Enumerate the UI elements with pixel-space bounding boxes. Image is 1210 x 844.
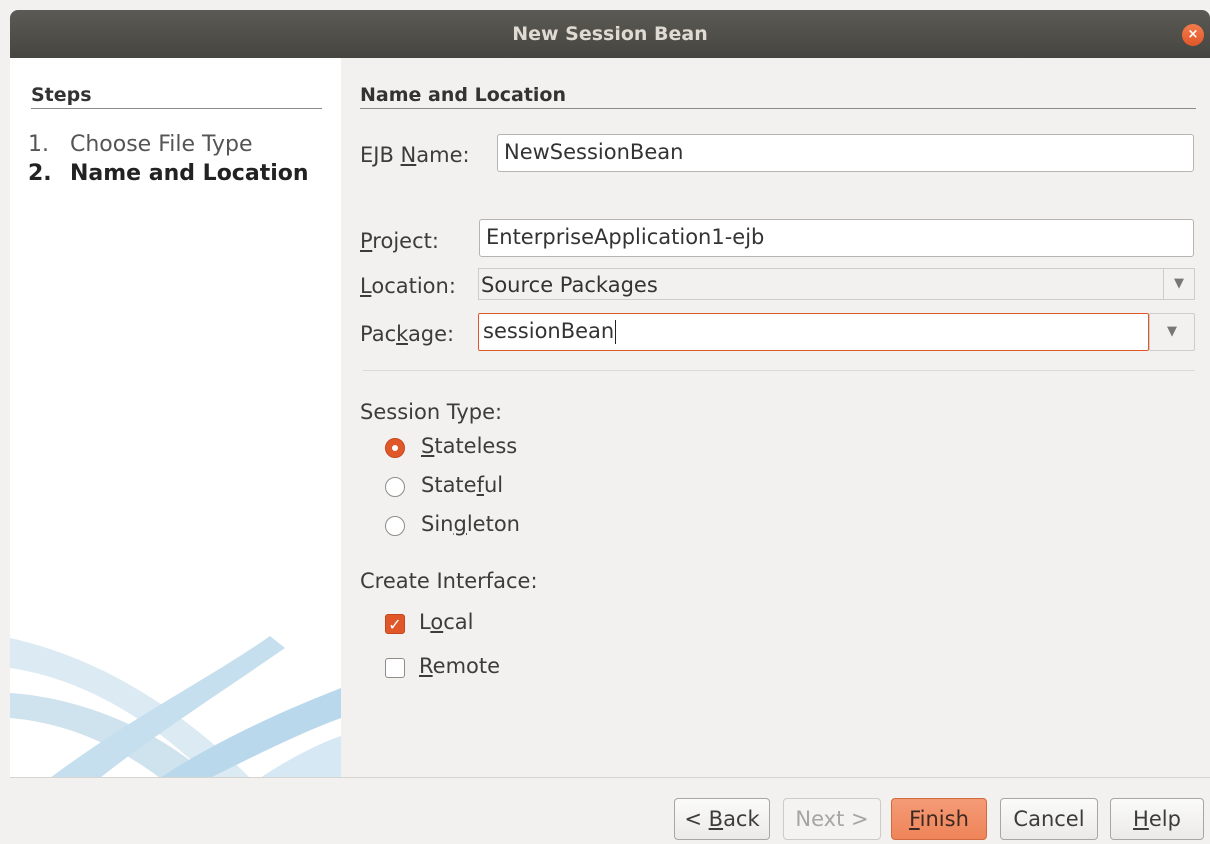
close-icon[interactable]: × [1182,24,1204,46]
package-label: Package: [360,322,454,346]
local-label[interactable]: Local [419,610,473,634]
cancel-button[interactable]: Cancel [1000,798,1098,840]
button-text: < [684,807,709,831]
radio-stateless[interactable] [385,438,405,458]
button-mnemonic: B [708,807,724,831]
label-mnemonic: k [396,322,408,346]
checkbox-remote[interactable] [385,658,405,678]
project-field[interactable]: EnterpriseApplication1-ejb [479,219,1194,257]
location-dropdown[interactable]: Source Packages ▼ [478,268,1195,300]
step-number: 2. [28,161,52,186]
label-mnemonic: g [453,512,467,536]
label-mnemonic: f [476,473,484,497]
radio-stateful[interactable] [385,477,405,497]
form-divider [363,370,1195,371]
netbeans-swoosh-graphic [10,636,341,777]
button-bar: < Back Next > Finish Cancel Help [10,777,1210,844]
title-bar[interactable]: New Session Bean × [10,10,1210,58]
create-interface-label: Create Interface: [360,569,538,593]
label-text: EJB [360,143,401,167]
step-name-and-location: 2. Name and Location [28,161,309,186]
remote-label[interactable]: Remote [419,654,500,678]
chevron-down-icon[interactable]: ▼ [1149,313,1195,351]
ejb-name-label: EJB Name: [360,143,470,167]
step-label: Name and Location [70,161,309,186]
label-mnemonic: S [421,434,435,458]
window-title: New Session Bean [512,23,708,45]
label-text: Sin [421,512,454,536]
radio-singleton[interactable] [385,516,405,536]
label-text: roject: [372,229,439,253]
label-text: Pac [360,322,397,346]
label-mnemonic: N [400,143,417,167]
label-text: tateless [434,434,518,458]
button-text: inish [919,807,969,831]
button-text: ack [723,807,760,831]
steps-header: Steps [31,84,92,106]
help-button[interactable]: Help [1110,798,1204,840]
section-divider [360,108,1196,109]
step-label: Choose File Type [70,132,253,157]
package-value: sessionBean [483,319,615,343]
label-mnemonic: L [360,274,372,298]
package-combo[interactable]: sessionBean ▼ [478,313,1195,351]
label-text: ocation: [371,274,456,298]
package-input[interactable]: sessionBean [478,313,1149,351]
label-text: age: [407,322,455,346]
new-session-bean-dialog: New Session Bean × Steps 1. Choose File T… [0,0,1210,844]
finish-button[interactable]: Finish [891,798,987,840]
button-mnemonic: H [1133,807,1149,831]
ejb-name-input[interactable]: NewSessionBean [497,134,1194,172]
label-text: emote [432,654,501,678]
label-mnemonic: R [419,654,433,678]
label-text: ul [484,473,504,497]
step-choose-file-type: 1. Choose File Type [28,132,253,157]
chevron-down-icon[interactable]: ▼ [1163,269,1194,299]
project-label: Project: [360,229,439,253]
text-cursor [615,320,617,344]
name-and-location-panel: Name and Location EJB Name: NewSessionBe… [341,58,1210,777]
back-button[interactable]: < Back [674,798,770,840]
label-text: L [419,610,431,634]
section-header: Name and Location [360,84,567,106]
session-type-label: Session Type: [360,400,503,424]
label-mnemonic: P [360,229,373,253]
steps-divider [31,108,322,109]
location-value: Source Packages [478,269,1164,299]
button-text: elp [1148,807,1181,831]
stateful-label[interactable]: Stateful [421,473,503,497]
next-button[interactable]: Next > [783,798,881,840]
checkbox-local[interactable]: ✓ [385,614,405,634]
label-text: State [421,473,477,497]
label-text: ame: [416,143,470,167]
label-mnemonic: o [430,610,444,634]
location-label: Location: [360,274,456,298]
label-text: cal [443,610,474,634]
stateless-label[interactable]: Stateless [421,434,517,458]
steps-panel: Steps 1. Choose File Type 2. Name and Loca… [10,58,341,777]
label-text: leton [466,512,520,536]
singleton-label[interactable]: Singleton [421,512,520,536]
step-number: 1. [28,132,49,157]
button-mnemonic: F [909,807,920,831]
